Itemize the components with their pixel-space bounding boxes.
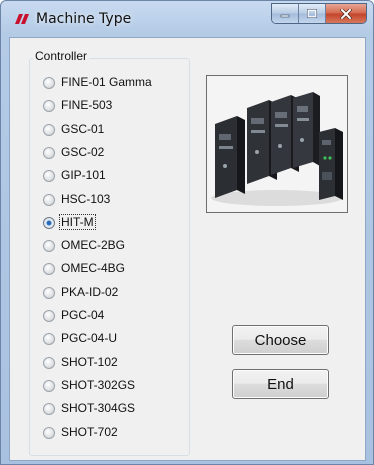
controller-option-label: OMEC-2BG (61, 238, 126, 252)
window-title: Machine Type (36, 11, 132, 27)
controller-option-label: PGC-04-U (61, 331, 118, 345)
controller-groupbox (29, 58, 190, 456)
controller-option-label: SHOT-702 (61, 425, 118, 439)
radio-button-icon[interactable] (43, 77, 55, 89)
controller-option[interactable]: PGC-04-U (43, 330, 183, 348)
radio-button-icon[interactable] (43, 333, 55, 345)
close-button[interactable] (326, 4, 366, 23)
controller-option-label: GSC-01 (61, 122, 105, 136)
controller-option[interactable]: SHOT-702 (43, 424, 183, 442)
controller-option[interactable]: HIT-M (43, 214, 183, 232)
maximize-button[interactable] (299, 4, 326, 23)
controller-option-label: SHOT-102 (61, 355, 118, 369)
controller-option[interactable]: SHOT-304GS (43, 400, 183, 418)
controller-option-label: FINE-01 Gamma (61, 75, 152, 89)
controller-option[interactable]: GIP-101 (43, 167, 183, 185)
controller-option[interactable]: SHOT-102 (43, 354, 183, 372)
controller-option[interactable]: FINE-503 (43, 97, 183, 115)
controller-option-label: PGC-04 (61, 308, 105, 322)
radio-button-icon[interactable] (43, 240, 55, 252)
controller-option[interactable]: HSC-103 (43, 191, 183, 209)
controller-option[interactable]: FINE-01 Gamma (43, 74, 183, 92)
controller-option-label: SHOT-302GS (61, 378, 136, 392)
radio-button-icon[interactable] (43, 263, 55, 275)
controller-option-label: OMEC-4BG (61, 261, 126, 275)
radio-button-icon[interactable] (43, 403, 55, 415)
controller-option-label: PKA-ID-02 (61, 285, 119, 299)
close-icon (340, 8, 352, 19)
controller-units-illustration (207, 76, 347, 212)
radio-button-icon[interactable] (43, 217, 55, 229)
maximize-icon (307, 9, 317, 18)
radio-button-icon[interactable] (43, 357, 55, 369)
controller-device-image (206, 75, 348, 213)
radio-button-icon[interactable] (43, 100, 55, 112)
controller-option-label: FINE-503 (61, 98, 113, 112)
radio-button-icon[interactable] (43, 194, 55, 206)
minimize-button[interactable] (272, 4, 299, 23)
controller-option[interactable]: OMEC-2BG (43, 237, 183, 255)
radio-button-icon[interactable] (43, 427, 55, 439)
controller-option[interactable]: PKA-ID-02 (43, 284, 183, 302)
controller-option[interactable]: SHOT-302GS (43, 377, 183, 395)
radio-button-icon[interactable] (43, 310, 55, 322)
controller-option[interactable]: PGC-04 (43, 307, 183, 325)
controller-option[interactable]: GSC-01 (43, 121, 183, 139)
controller-option-label: GSC-02 (61, 145, 105, 159)
app-logo-icon (15, 14, 29, 24)
radio-button-icon[interactable] (43, 287, 55, 299)
controller-option[interactable]: GSC-02 (43, 144, 183, 162)
controller-option-label: HIT-M (59, 214, 96, 230)
end-button[interactable]: End (232, 369, 329, 399)
radio-button-icon[interactable] (43, 380, 55, 392)
controller-option[interactable]: OMEC-4BG (43, 260, 183, 278)
radio-button-icon[interactable] (43, 124, 55, 136)
radio-button-icon[interactable] (43, 170, 55, 182)
dialog-client-area: Controller FINE-01 Gamma FINE-503 GSC-01 GS… (9, 37, 366, 461)
minimize-icon (280, 14, 290, 17)
controller-group-label: Controller (33, 49, 90, 63)
title-bar[interactable]: Machine Type (1, 1, 373, 37)
machine-type-window: Machine Type Controller FINE-01 Gamma FI… (0, 0, 374, 465)
controller-option-label: HSC-103 (61, 192, 111, 206)
choose-button[interactable]: Choose (232, 325, 329, 355)
caption-buttons (271, 3, 367, 24)
radio-button-icon[interactable] (43, 147, 55, 159)
controller-option-label: SHOT-304GS (61, 401, 136, 415)
controller-option-label: GIP-101 (61, 168, 106, 182)
